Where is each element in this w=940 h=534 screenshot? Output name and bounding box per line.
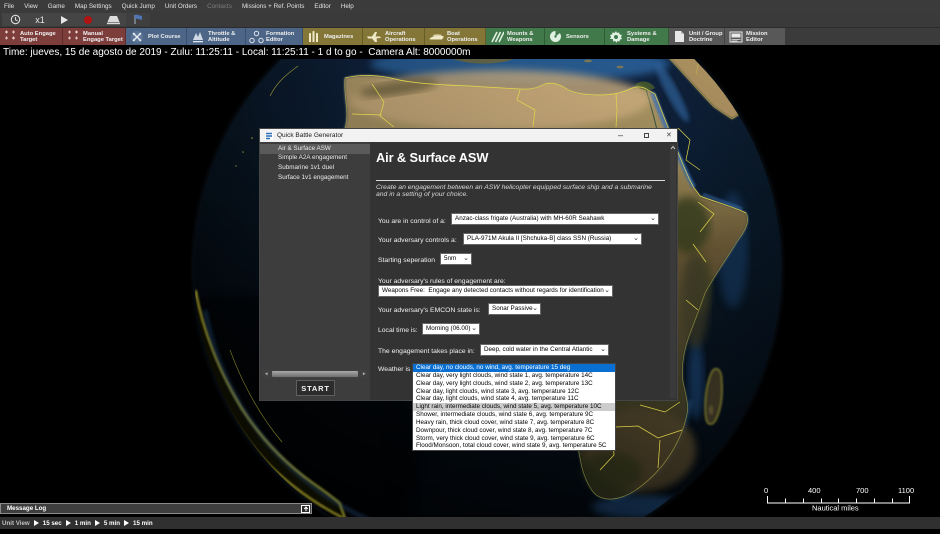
svg-text:700: 700 [856,486,869,495]
svg-text:Nautical miles: Nautical miles [812,504,859,512]
svg-text:1100: 1100 [898,486,914,495]
svg-text:0: 0 [764,486,768,495]
svg-text:400: 400 [808,486,821,495]
